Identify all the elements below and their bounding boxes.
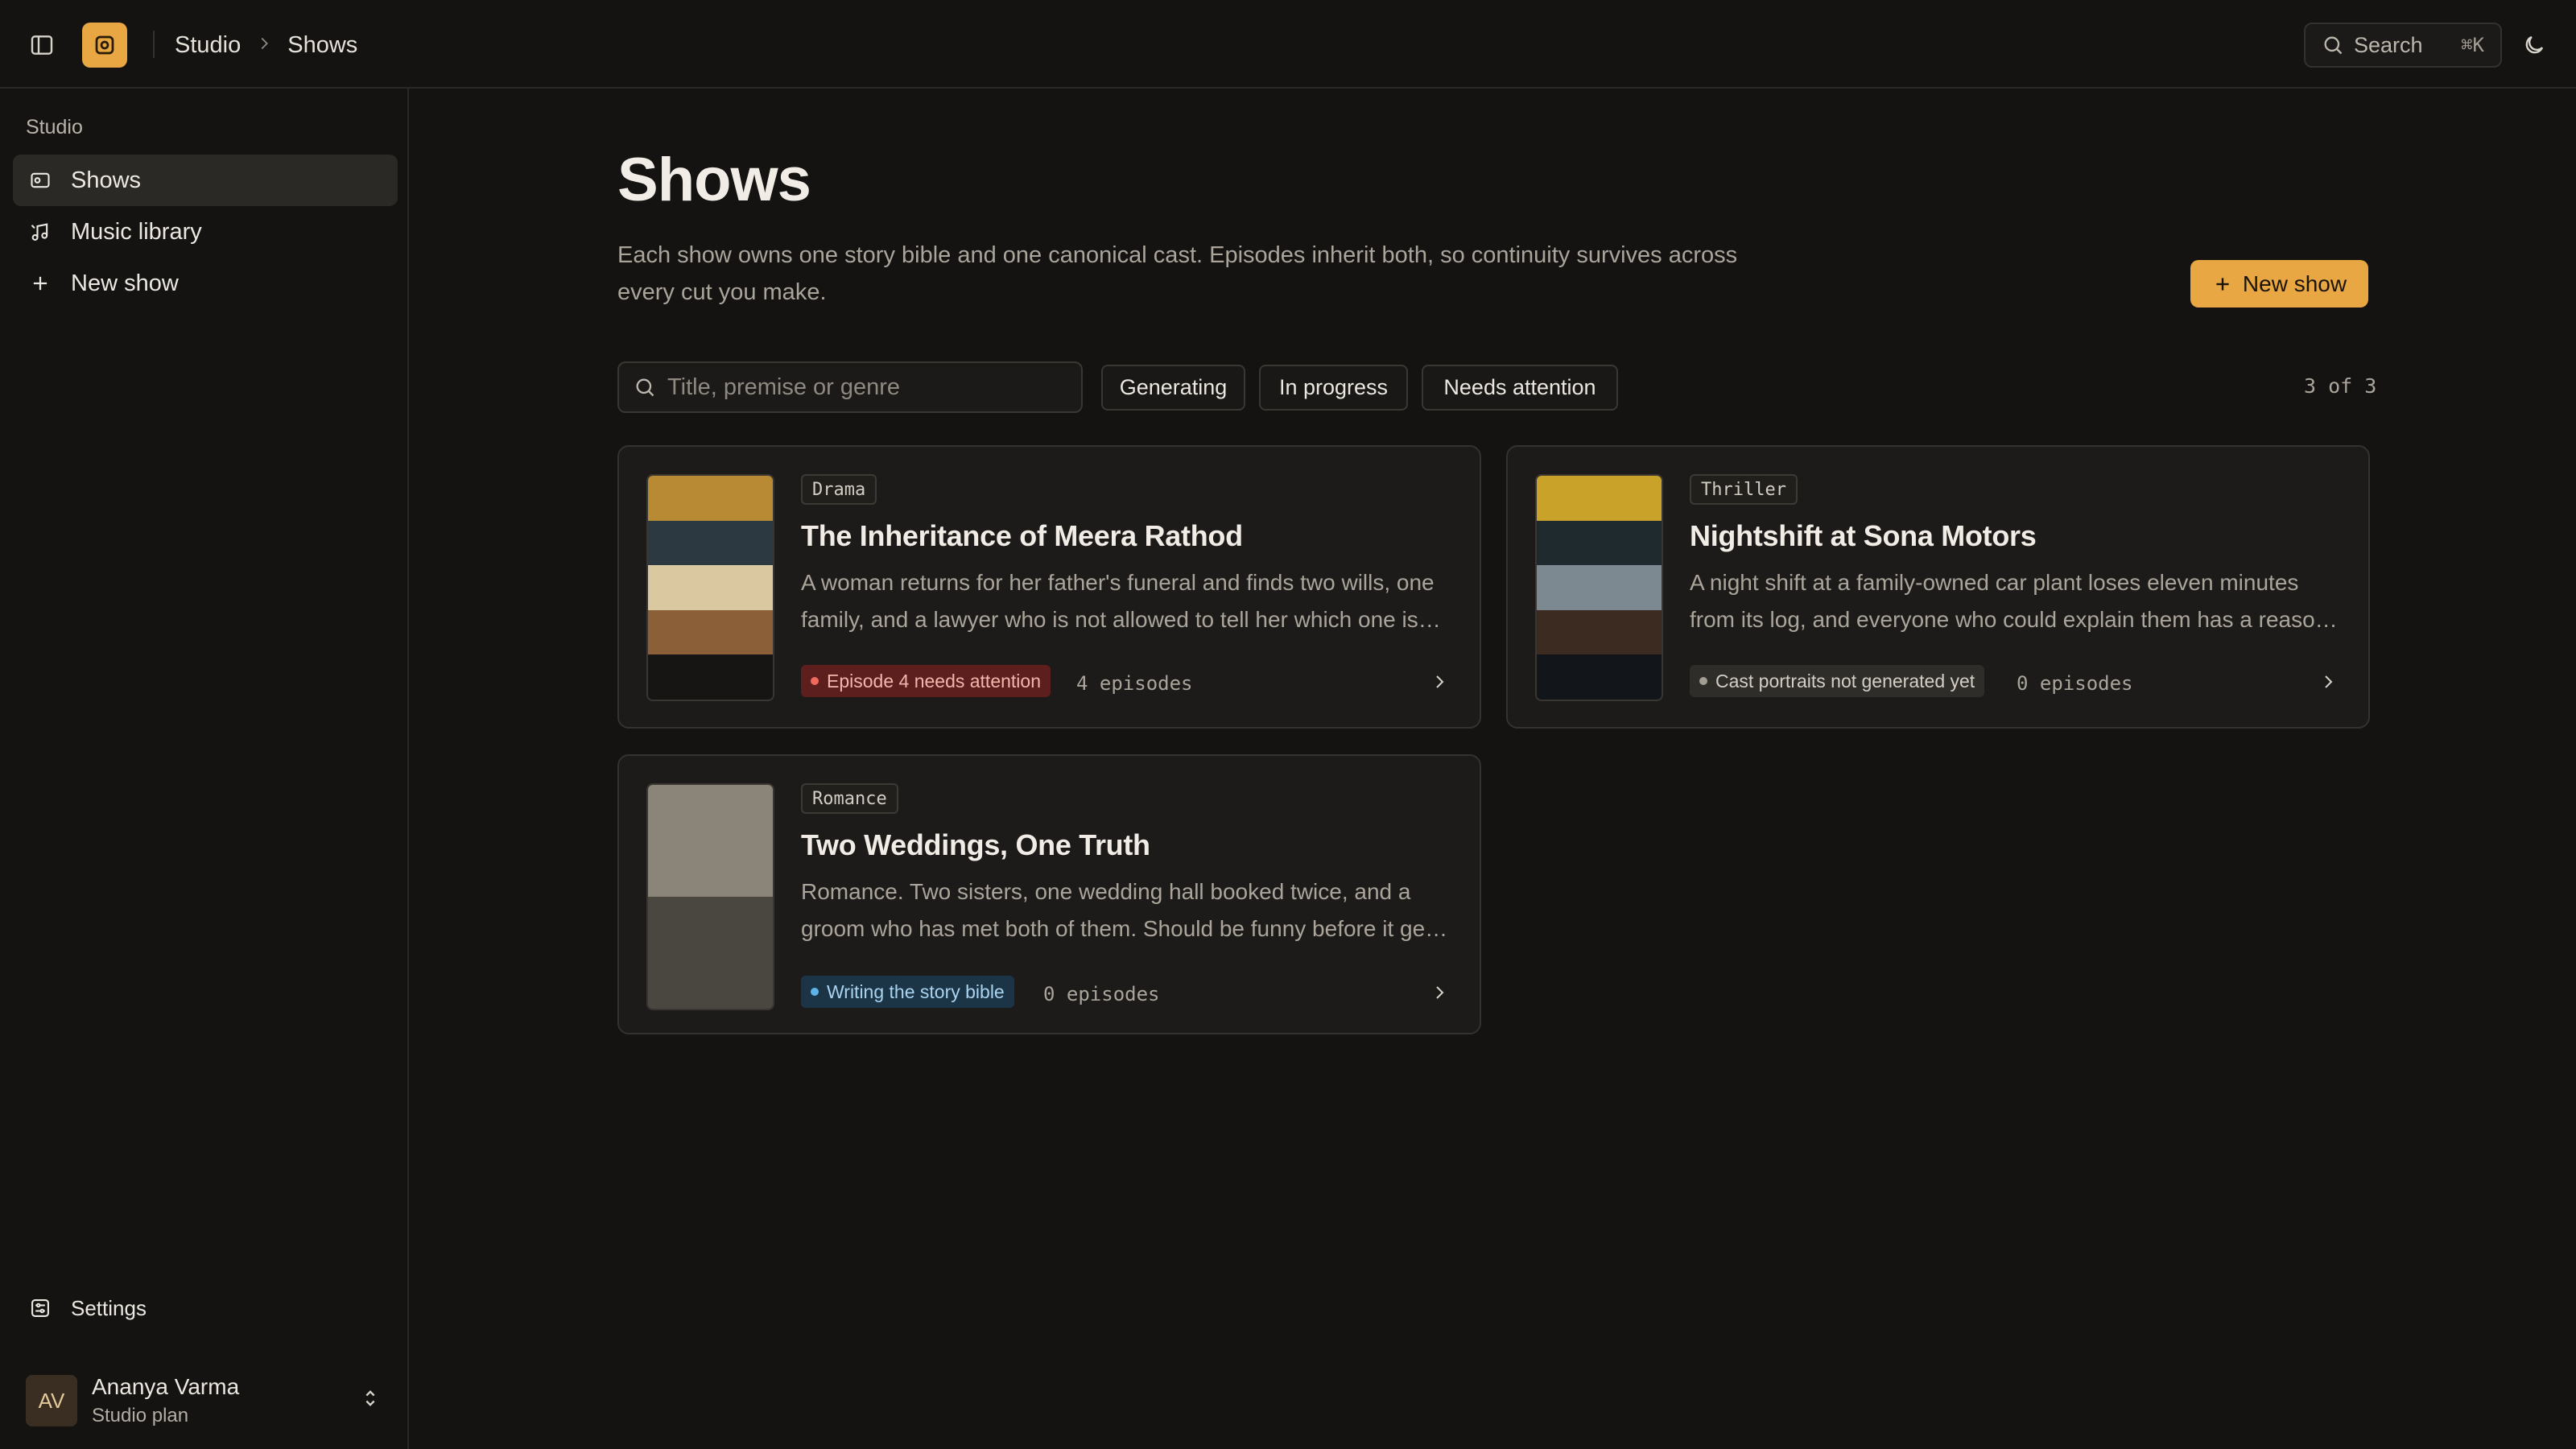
filter-generating[interactable]: Generating — [1101, 365, 1245, 411]
settings-icon — [27, 1295, 53, 1321]
chevron-right-icon — [2315, 669, 2341, 695]
status-text: Writing the story bible — [827, 980, 1005, 1002]
palette-band — [648, 476, 773, 521]
top-bar: Studio Shows Search ⌘K — [0, 0, 2576, 89]
search-input[interactable] — [667, 374, 1054, 401]
show-title: The Inheritance of Meera Rathod — [801, 519, 1243, 552]
show-search — [617, 361, 1083, 413]
chevron-right-icon — [255, 33, 273, 58]
page-description: Each show owns one story bible and one c… — [617, 242, 1738, 305]
show-card[interactable]: Drama The Inheritance of Meera Rathod A … — [617, 445, 1481, 729]
settings-label: Settings — [71, 1295, 147, 1320]
episode-count: 0 episodes — [2017, 672, 2133, 695]
genre-tag: Drama — [801, 474, 877, 505]
palette-band — [648, 654, 773, 700]
genre-tag: Romance — [801, 783, 898, 814]
page-title: Shows — [617, 146, 811, 214]
palette-band — [648, 897, 773, 1009]
show-description: A woman returns for her father's funeral… — [801, 570, 1435, 632]
show-title: Nightshift at Sona Motors — [1690, 519, 2037, 552]
breadcrumb-studio[interactable]: Studio — [175, 32, 241, 59]
moon-icon[interactable] — [2516, 27, 2552, 63]
show-card[interactable]: Romance Two Weddings, One Truth Romance.… — [617, 754, 1481, 1034]
status-dot — [1699, 677, 1707, 685]
user-plan: Studio plan — [92, 1405, 189, 1426]
chevron-up-down-icon — [359, 1387, 385, 1413]
plus-icon — [27, 270, 53, 296]
chevron-right-icon — [1426, 980, 1452, 1005]
search-label: Search — [2354, 32, 2423, 57]
sidebar-item-label: New show — [71, 270, 179, 296]
status-badge: Episode 4 needs attention — [801, 665, 1051, 697]
breadcrumb-shows[interactable]: Shows — [287, 32, 357, 59]
search-icon — [2324, 36, 2343, 55]
show-description: A night shift at a family-owned car plan… — [1690, 570, 2328, 632]
search-shortcut: ⌘K — [2461, 34, 2484, 56]
sidebar-item-music-library[interactable]: Music library — [13, 206, 398, 258]
palette-band — [1537, 476, 1662, 521]
status-dot — [811, 988, 819, 996]
show-title: Two Weddings, One Truth — [801, 828, 1150, 861]
sidebar-section-label: Studio — [26, 116, 83, 138]
sidebar-item-label: Shows — [71, 167, 142, 193]
show-description: Romance. Two sisters, one wedding hall b… — [801, 879, 1443, 941]
sidebar: Studio Shows Music library New show Sett… — [0, 89, 409, 1449]
palette-band — [648, 609, 773, 655]
episode-count: 0 episodes — [1043, 983, 1160, 1005]
sidebar-item-label: Music library — [71, 218, 202, 245]
show-card[interactable]: Thriller Nightshift at Sona Motors A nig… — [1506, 445, 2370, 729]
sidebar-item-new-show[interactable]: New show — [13, 258, 398, 309]
sidebar-item-shows[interactable]: Shows — [13, 155, 398, 206]
status-badge: Writing the story bible — [801, 976, 1014, 1008]
music-icon — [27, 219, 53, 245]
palette-band — [1537, 565, 1662, 610]
status-text: Episode 4 needs attention — [827, 670, 1041, 691]
filter-needs-attention[interactable]: Needs attention — [1422, 365, 1618, 411]
status-text: Cast portraits not generated yet — [1715, 670, 1975, 691]
palette-band — [1537, 654, 1662, 700]
breadcrumb: Studio Shows — [175, 29, 357, 61]
palette-band — [648, 565, 773, 610]
sidebar-item-settings[interactable]: Settings — [13, 1284, 398, 1332]
palette-band — [648, 785, 773, 897]
new-show-button[interactable]: New show — [2190, 260, 2368, 308]
show-palette — [1535, 474, 1663, 701]
palette-band — [648, 520, 773, 566]
status-dot — [811, 677, 819, 685]
global-search-button[interactable]: Search ⌘K — [2304, 23, 2502, 68]
palette-band — [1537, 520, 1662, 566]
search-icon — [636, 378, 654, 397]
shows-icon — [27, 167, 53, 193]
avatar: AV — [26, 1375, 77, 1426]
episode-count: 4 episodes — [1076, 672, 1193, 695]
filter-in-progress[interactable]: In progress — [1259, 365, 1408, 411]
show-palette — [646, 783, 774, 1010]
status-badge: Cast portraits not generated yet — [1690, 665, 1985, 697]
result-count: 3 of 3 — [2304, 374, 2377, 398]
genre-tag: Thriller — [1690, 474, 1798, 505]
new-show-label: New show — [2242, 270, 2347, 296]
user-name: Ananya Varma — [92, 1374, 240, 1399]
app-logo[interactable] — [82, 23, 127, 68]
palette-band — [1537, 609, 1662, 655]
plus-icon — [2216, 277, 2229, 291]
top-divider — [153, 31, 155, 58]
chevron-right-icon — [1426, 669, 1452, 695]
sidebar-toggle-icon[interactable] — [24, 27, 60, 63]
user-menu[interactable]: AV Ananya Varma Studio plan — [13, 1364, 398, 1437]
show-palette — [646, 474, 774, 701]
